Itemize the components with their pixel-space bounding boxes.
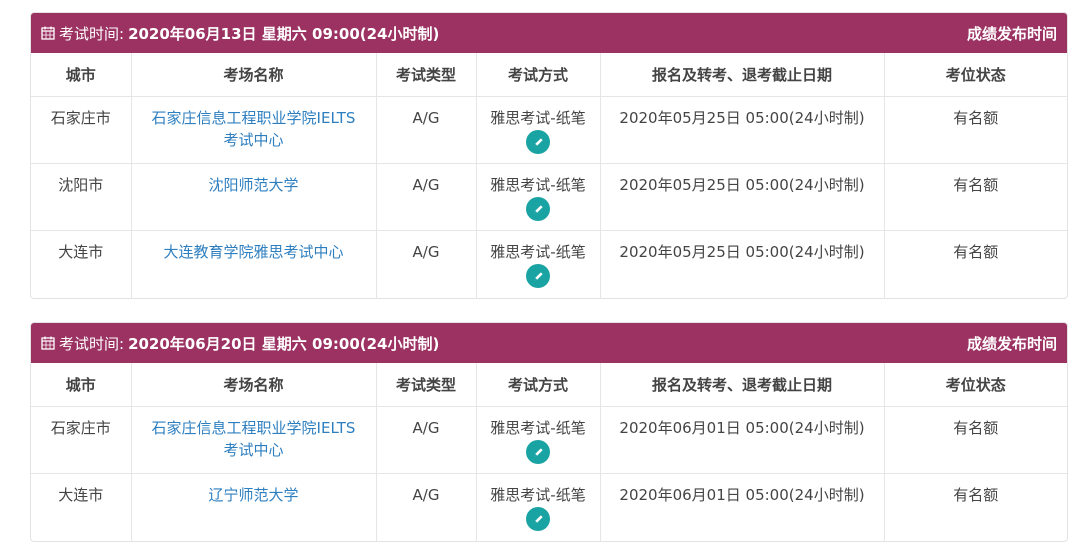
exam-type-cell: A/G	[376, 230, 477, 298]
column-header: 报名及转考、退考截止日期	[600, 363, 885, 407]
deadline-cell: 2020年06月01日 05:00(24小时制)	[600, 406, 885, 474]
calendar-icon	[41, 336, 55, 350]
exam-method-cell: 雅思考试-纸笔	[476, 96, 601, 164]
pencil-icon[interactable]	[526, 264, 550, 288]
exam-type-cell: A/G	[376, 406, 477, 474]
city-cell: 石家庄市	[31, 96, 132, 164]
pencil-icon[interactable]	[526, 507, 550, 531]
result-release-link[interactable]: 成绩发布时间	[967, 333, 1057, 354]
table-row: 石家庄市 石家庄信息工程职业学院IELTS 考试中心 A/G 雅思考试-纸笔 2020年0…	[31, 406, 1067, 474]
exam-datetime: 2020年06月13日 星期六 09:00(24小时制)	[128, 24, 440, 43]
table-row: 大连市 辽宁师范大学 A/G 雅思考试-纸笔 2020年06月01日 05:00(24小…	[31, 473, 1067, 541]
column-header: 考位状态	[884, 363, 1067, 407]
column-header: 城市	[31, 363, 132, 407]
exam-method-cell: 雅思考试-纸笔	[476, 473, 601, 541]
city-cell: 沈阳市	[31, 163, 132, 231]
column-header: 报名及转考、退考截止日期	[600, 53, 885, 97]
column-header: 考试类型	[376, 363, 477, 407]
venue-name-line1: 石家庄信息工程职业学院IELTS	[151, 419, 356, 437]
exam-method-cell: 雅思考试-纸笔	[476, 163, 601, 231]
exam-method-text: 雅思考试-纸笔	[490, 243, 586, 261]
venue-link[interactable]: 辽宁师范大学	[208, 486, 298, 504]
seat-status-cell: 有名额	[884, 96, 1067, 164]
session-table: 城市 考场名称 考试类型 考试方式 报名及转考、退考截止日期 考位状态 石家庄市 石家庄信息工…	[31, 363, 1067, 541]
venue-name-line1: 沈阳师范大学	[208, 176, 299, 194]
exam-method-text: 雅思考试-纸笔	[490, 176, 586, 194]
venue-name-line2: 考试中心	[223, 441, 284, 459]
exam-time-label: 考试时间:	[59, 24, 125, 43]
column-header: 城市	[31, 53, 132, 97]
deadline-cell: 2020年06月01日 05:00(24小时制)	[600, 473, 885, 541]
deadline-cell: 2020年05月25日 05:00(24小时制)	[600, 163, 885, 231]
venue-link[interactable]: 沈阳师范大学	[208, 176, 298, 194]
venue-cell: 沈阳师范大学	[131, 163, 377, 231]
column-header: 考试类型	[376, 53, 477, 97]
venue-name-line1: 辽宁师范大学	[208, 486, 299, 504]
calendar-icon	[41, 26, 55, 40]
venue-link[interactable]: 石家庄信息工程职业学院IELTS 考试中心	[152, 419, 356, 459]
seat-status-cell: 有名额	[884, 406, 1067, 474]
exam-session: 考试时间: 2020年06月13日 星期六 09:00(24小时制) 成绩发布时间城…	[30, 12, 1068, 299]
table-header-row: 城市 考场名称 考试类型 考试方式 报名及转考、退考截止日期 考位状态	[31, 53, 1067, 97]
exam-type-cell: A/G	[376, 163, 477, 231]
exam-method-cell: 雅思考试-纸笔	[476, 230, 601, 298]
session-table: 城市 考场名称 考试类型 考试方式 报名及转考、退考截止日期 考位状态 石家庄市 石家庄信息工…	[31, 53, 1067, 298]
seat-status-cell: 有名额	[884, 163, 1067, 231]
pencil-icon[interactable]	[526, 440, 550, 464]
session-header: 考试时间: 2020年06月13日 星期六 09:00(24小时制) 成绩发布时间	[31, 13, 1067, 53]
exam-method-text: 雅思考试-纸笔	[490, 109, 586, 127]
city-cell: 大连市	[31, 230, 132, 298]
venue-name-line1: 石家庄信息工程职业学院IELTS	[151, 109, 356, 127]
deadline-cell: 2020年05月25日 05:00(24小时制)	[600, 230, 885, 298]
table-row: 石家庄市 石家庄信息工程职业学院IELTS 考试中心 A/G 雅思考试-纸笔 2020年0…	[31, 96, 1067, 164]
venue-name-line2: 考试中心	[223, 131, 284, 149]
column-header: 考场名称	[131, 53, 377, 97]
pencil-icon[interactable]	[526, 197, 550, 221]
column-header: 考试方式	[476, 363, 601, 407]
city-cell: 石家庄市	[31, 406, 132, 474]
result-release-link[interactable]: 成绩发布时间	[967, 23, 1057, 44]
column-header: 考位状态	[884, 53, 1067, 97]
venue-name-line1: 大连教育学院雅思考试中心	[163, 243, 344, 261]
deadline-cell: 2020年05月25日 05:00(24小时制)	[600, 96, 885, 164]
exam-type-cell: A/G	[376, 96, 477, 164]
table-row: 沈阳市 沈阳师范大学 A/G 雅思考试-纸笔 2020年05月25日 05:00(24小…	[31, 163, 1067, 231]
venue-link[interactable]: 石家庄信息工程职业学院IELTS 考试中心	[152, 109, 356, 149]
exam-method-text: 雅思考试-纸笔	[490, 419, 586, 437]
exam-datetime: 2020年06月20日 星期六 09:00(24小时制)	[128, 334, 440, 353]
city-cell: 大连市	[31, 473, 132, 541]
venue-cell: 大连教育学院雅思考试中心	[131, 230, 377, 298]
seat-status-cell: 有名额	[953, 486, 999, 504]
table-header-row: 城市 考场名称 考试类型 考试方式 报名及转考、退考截止日期 考位状态	[31, 363, 1067, 407]
exam-time-label: 考试时间:	[59, 334, 125, 353]
column-header: 考试方式	[476, 53, 601, 97]
venue-link[interactable]: 大连教育学院雅思考试中心	[163, 243, 343, 261]
exam-method-cell: 雅思考试-纸笔	[476, 406, 601, 474]
exam-session: 考试时间: 2020年06月20日 星期六 09:00(24小时制) 成绩发布时间城…	[30, 322, 1068, 542]
venue-cell: 石家庄信息工程职业学院IELTS 考试中心	[131, 406, 377, 474]
venue-cell: 石家庄信息工程职业学院IELTS 考试中心	[131, 96, 377, 164]
session-header: 考试时间: 2020年06月20日 星期六 09:00(24小时制) 成绩发布时间	[31, 323, 1067, 363]
exam-type-cell: A/G	[376, 473, 477, 541]
seat-status-cell: 有名额	[953, 243, 999, 261]
pencil-icon[interactable]	[526, 130, 550, 154]
venue-cell: 辽宁师范大学	[131, 473, 377, 541]
table-row: 大连市 大连教育学院雅思考试中心 A/G 雅思考试-纸笔 2020年05月25日 05:…	[31, 230, 1067, 298]
exam-method-text: 雅思考试-纸笔	[490, 486, 586, 504]
column-header: 考场名称	[131, 363, 377, 407]
